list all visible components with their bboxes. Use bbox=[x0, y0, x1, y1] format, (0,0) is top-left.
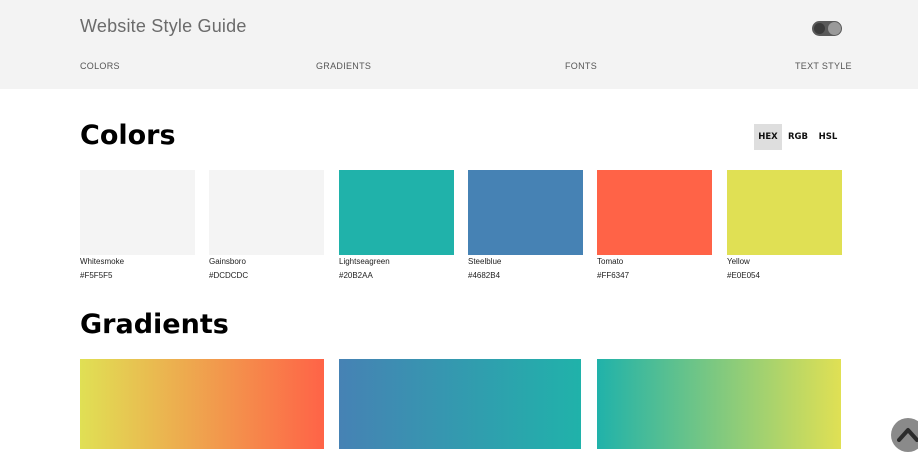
color-hex: #E0E054 bbox=[727, 271, 760, 280]
color-name: Gainsboro bbox=[209, 257, 246, 266]
nav-link-gradients[interactable]: GRADIENTS bbox=[316, 61, 371, 71]
format-rgb-button[interactable]: RGB bbox=[784, 124, 812, 150]
gradient-swatch-yellow-tomato[interactable] bbox=[80, 359, 324, 449]
theme-toggle-dark-knob bbox=[814, 23, 825, 34]
nav-link-colors[interactable]: COLORS bbox=[80, 61, 120, 71]
colors-heading: Colors bbox=[80, 120, 176, 151]
nav-link-fonts[interactable]: FONTS bbox=[565, 61, 597, 71]
color-swatch-gainsboro[interactable] bbox=[209, 170, 324, 255]
color-name: Whitesmoke bbox=[80, 257, 125, 266]
color-name: Yellow bbox=[727, 257, 750, 266]
chevron-up-icon bbox=[897, 428, 918, 442]
format-hsl-button[interactable]: HSL bbox=[814, 124, 842, 150]
color-swatch-yellow[interactable] bbox=[727, 170, 842, 255]
site-title: Website Style Guide bbox=[80, 16, 247, 36]
gradient-swatch-steelblue-lightseagreen[interactable] bbox=[339, 359, 581, 449]
color-hex: #20B2AA bbox=[339, 271, 373, 280]
color-swatch-whitesmoke[interactable] bbox=[80, 170, 195, 255]
theme-toggle-light-knob bbox=[828, 22, 841, 35]
format-hex-button[interactable]: HEX bbox=[754, 124, 782, 150]
color-name: Tomato bbox=[597, 257, 624, 266]
gradients-heading: Gradients bbox=[80, 309, 229, 340]
color-hex: #F5F5F5 bbox=[80, 271, 113, 280]
color-hex: #DCDCDC bbox=[209, 271, 249, 280]
color-swatch-lightseagreen[interactable] bbox=[339, 170, 454, 255]
nav-link-text-style[interactable]: TEXT STYLE bbox=[795, 61, 852, 71]
color-swatch-steelblue[interactable] bbox=[468, 170, 583, 255]
color-hex: #FF6347 bbox=[597, 271, 630, 280]
color-name: Steelblue bbox=[468, 257, 502, 266]
site-header: Website Style Guide COLORS GRADIENTS FON… bbox=[0, 0, 918, 89]
color-name: Lightseagreen bbox=[339, 257, 390, 266]
color-hex: #4682B4 bbox=[468, 271, 501, 280]
gradient-swatch-lightseagreen-yellow[interactable] bbox=[597, 359, 841, 449]
color-swatch-tomato[interactable] bbox=[597, 170, 712, 255]
scroll-to-top-button[interactable] bbox=[891, 418, 918, 452]
theme-toggle-icon[interactable] bbox=[812, 21, 842, 36]
